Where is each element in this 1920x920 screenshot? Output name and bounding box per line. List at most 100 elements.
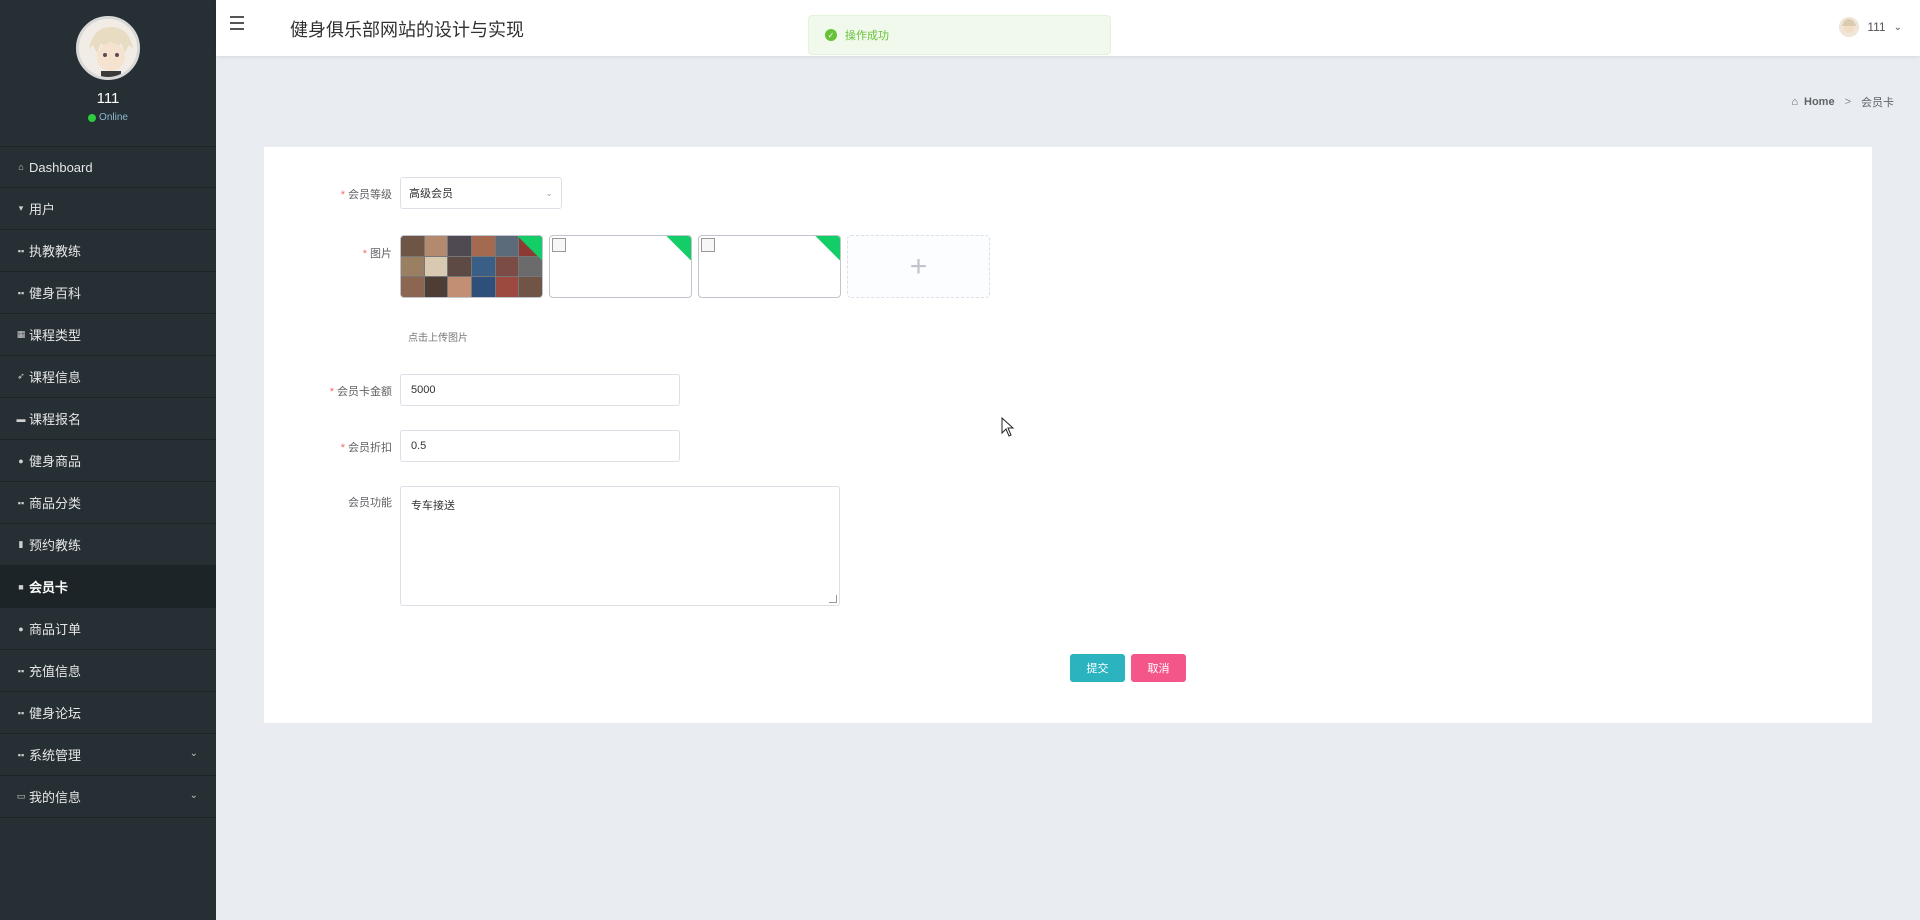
user-icon: ● [18, 455, 24, 466]
home-icon: ⌂ [1791, 96, 1798, 108]
discount-row: * 会员折扣 0.5 [264, 430, 680, 462]
card-icon: ▭ [16, 791, 26, 801]
level-select-value: 高级会员 [409, 188, 453, 200]
cancel-button[interactable]: 取消 [1131, 654, 1186, 682]
header-username: 111 [1867, 20, 1886, 34]
sidebar-item-label: 充值信息 [29, 664, 82, 679]
pin-icon: ▾ [18, 203, 24, 213]
sidebar-item-system[interactable]: ▪▪ 系统管理 ⌄ [0, 734, 216, 776]
image-label: * 图片 [362, 248, 392, 260]
sidebar-item-users[interactable]: ▾ 用户 [0, 188, 216, 230]
success-corner [665, 236, 691, 263]
sidebar-item-membership-card[interactable]: ■ 会员卡 [0, 566, 216, 608]
sidebar-item-course-signup[interactable]: ▬ 课程报名 [0, 398, 216, 440]
submit-button[interactable]: 提交 [1070, 654, 1125, 682]
breadcrumb-home[interactable]: Home [1804, 96, 1835, 108]
mouse-cursor-icon [1001, 417, 1015, 437]
discount-input[interactable]: 0.5 [400, 430, 680, 462]
form-actions: 提交 取消 [1070, 654, 1186, 682]
sidebar-menu: ⌂ Dashboard ▾ 用户 ▪▪ 执教教练 ▪▪ 健身百科 ▦ 课程类型 ➶ 课程信息… [0, 146, 216, 818]
sidebar-item-recharge[interactable]: ▪▪ 充值信息 [0, 650, 216, 692]
form-card: * 会员等级 高级会员 ⌄ * 图片 + 点击上传图片 * 会员卡金额 5000… [264, 147, 1872, 723]
sidebar-item-forum[interactable]: ▪▪ 健身论坛 [0, 692, 216, 734]
sidebar-item-label: 商品订单 [29, 622, 82, 637]
features-row: 会员功能 专车接送 [264, 486, 840, 606]
sidebar-item-label: 执教教练 [29, 244, 82, 259]
clipboard-icon: ■ [18, 581, 24, 592]
grid-icon: ▦ [16, 329, 26, 339]
breadcrumb-current: 会员卡 [1861, 97, 1894, 109]
sidebar-item-coaches[interactable]: ▪▪ 执教教练 [0, 230, 216, 272]
online-status: Online [0, 112, 216, 123]
uploaded-image-1[interactable] [400, 235, 543, 298]
upload-tip-row: 点击上传图片 [408, 329, 468, 344]
uploaded-image-2[interactable] [549, 235, 692, 298]
status-dot-icon [88, 113, 97, 122]
level-row: * 会员等级 高级会员 ⌄ [264, 177, 562, 209]
image-upload-list: + [400, 235, 990, 298]
chevron-down-icon: ⌄ [189, 790, 198, 801]
image-preview [401, 236, 542, 297]
sidebar-item-encyclopedia[interactable]: ▪▪ 健身百科 [0, 272, 216, 314]
image-row: * 图片 + [264, 235, 990, 298]
sidebar-item-label: 健身论坛 [29, 706, 82, 721]
sidebar-item-label: 系统管理 [29, 748, 82, 763]
user-avatar [1839, 17, 1860, 37]
broken-image-icon [701, 238, 715, 252]
grid-icon: ▪▪ [17, 665, 25, 676]
sidebar-item-label: 健身百科 [29, 286, 82, 301]
sidebar-item-label: 课程类型 [29, 328, 82, 343]
chevron-down-icon: ⌄ [1893, 21, 1902, 33]
success-toast: ✓ 操作成功 [808, 15, 1111, 55]
features-value: 专车接送 [411, 500, 455, 512]
profile-username: 111 [96, 90, 120, 107]
sidebar-item-course-info[interactable]: ➶ 课程信息 [0, 356, 216, 398]
briefcase-icon: ▬ [16, 413, 26, 424]
sidebar-item-label: 课程信息 [29, 370, 82, 385]
grid-icon: ▪▪ [17, 707, 25, 718]
send-icon: ➶ [17, 371, 25, 381]
profile-panel: 111 Online [0, 0, 216, 146]
user-dropdown[interactable]: 111 ⌄ [1839, 17, 1902, 37]
sidebar-item-categories[interactable]: ▪▪ 商品分类 [0, 482, 216, 524]
upload-tip: 点击上传图片 [408, 333, 468, 344]
resize-handle-icon[interactable] [829, 595, 837, 603]
sidebar-item-products[interactable]: ● 健身商品 [0, 440, 216, 482]
sidebar-item-label: Dashboard [29, 159, 93, 175]
features-textarea[interactable]: 专车接送 [400, 486, 840, 606]
level-select[interactable]: 高级会员 ⌄ [400, 177, 562, 209]
sidebar-item-course-types[interactable]: ▦ 课程类型 [0, 314, 216, 356]
discount-label: * 会员折扣 [340, 442, 392, 454]
grid-icon: ▪▪ [17, 287, 25, 298]
sidebar-item-orders[interactable]: ● 商品订单 [0, 608, 216, 650]
breadcrumb: ⌂ Home > 会员卡 [1791, 94, 1894, 110]
site-title: 健身俱乐部网站的设计与实现 [290, 20, 524, 40]
sidebar: 111 Online ⌂ Dashboard ▾ 用户 ▪▪ 执教教练 ▪▪ 健身百科 … [0, 0, 216, 920]
sidebar-item-dashboard[interactable]: ⌂ Dashboard [0, 146, 216, 188]
sidebar-item-label: 我的信息 [29, 790, 82, 805]
menu-toggle-icon[interactable] [230, 16, 250, 36]
upload-add-button[interactable]: + [847, 235, 990, 298]
grid-icon: ▪▪ [17, 749, 25, 760]
sidebar-item-label: 用户 [29, 202, 56, 217]
amount-row: * 会员卡金额 5000 [264, 374, 680, 406]
sidebar-item-label: 预约教练 [29, 538, 82, 553]
plus-icon: + [909, 249, 928, 283]
success-corner [814, 236, 840, 263]
amount-label: * 会员卡金额 [329, 386, 392, 398]
chevron-down-icon: ⌄ [545, 187, 553, 198]
check-circle-icon: ✓ [825, 29, 837, 41]
chevron-down-icon: ⌄ [189, 748, 198, 759]
home-icon: ⌂ [18, 162, 24, 172]
uploaded-image-3[interactable] [698, 235, 841, 298]
avatar[interactable] [76, 16, 140, 80]
features-label: 会员功能 [348, 497, 392, 509]
toast-message: 操作成功 [845, 30, 889, 42]
sidebar-item-my-info[interactable]: ▭ 我的信息 ⌄ [0, 776, 216, 818]
amount-input[interactable]: 5000 [400, 374, 680, 406]
chart-icon: ▮ [18, 539, 24, 549]
sidebar-item-label: 商品分类 [29, 496, 82, 511]
sidebar-item-book-coach[interactable]: ▮ 预约教练 [0, 524, 216, 566]
status-text: Online [99, 112, 128, 123]
level-label: * 会员等级 [340, 189, 392, 201]
